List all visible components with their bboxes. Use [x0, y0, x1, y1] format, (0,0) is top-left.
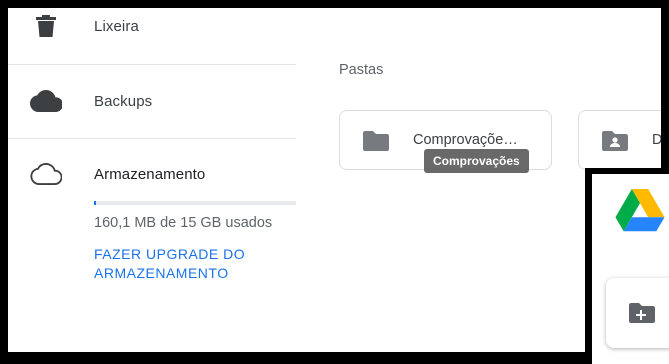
- folders-section-title: Pastas: [339, 62, 384, 78]
- folder-name-tooltip: Comprovações: [424, 149, 529, 173]
- storage-progress-bar: [94, 201, 296, 205]
- folder-card[interactable]: Di: [578, 110, 661, 170]
- folder-name: Comprovaçõe…: [413, 132, 518, 148]
- sidebar-divider: [8, 64, 296, 65]
- cloud-filled-icon: [30, 85, 62, 117]
- trash-icon: [30, 10, 62, 42]
- sidebar-item-label: Armazenamento: [94, 165, 206, 183]
- storage-progress-fill: [94, 201, 97, 205]
- shared-folder-icon: [602, 131, 628, 151]
- google-drive-logo: [615, 189, 665, 232]
- sidebar-item-label: Lixeira: [94, 17, 139, 35]
- folder-icon: [363, 131, 389, 151]
- folder-name: Di: [652, 132, 661, 148]
- overlapping-drive-window: [585, 168, 669, 364]
- new-folder-icon: [629, 303, 655, 323]
- sidebar-item-trash[interactable]: Lixeira: [8, 8, 296, 54]
- cloud-outline-icon: [30, 158, 62, 190]
- sidebar-divider: [8, 138, 296, 139]
- new-item-card[interactable]: [606, 278, 669, 348]
- app-window: Lixeira Backups Armazenamento 160,1 MB d…: [8, 8, 661, 352]
- sidebar: Lixeira Backups Armazenamento 160,1 MB d…: [8, 8, 296, 352]
- sidebar-item-storage[interactable]: Armazenamento: [8, 146, 296, 202]
- drive-window-content: [592, 174, 669, 364]
- sidebar-item-backups[interactable]: Backups: [8, 73, 296, 129]
- upgrade-storage-link[interactable]: FAZER UPGRADE DO ARMAZENAMENTO: [94, 245, 284, 283]
- sidebar-item-label: Backups: [94, 92, 153, 110]
- storage-usage-text: 160,1 MB de 15 GB usados: [94, 215, 273, 231]
